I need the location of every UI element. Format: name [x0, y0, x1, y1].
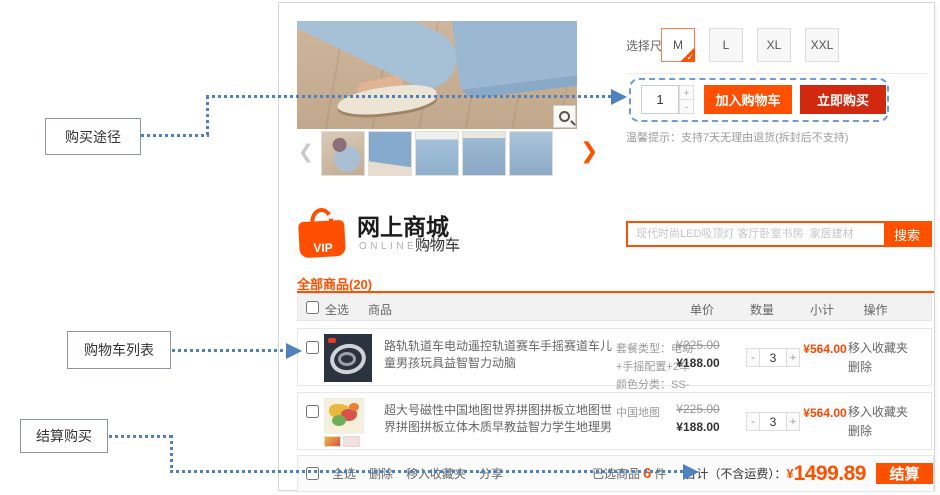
gallery-thumbnail-4[interactable]	[462, 131, 506, 176]
connector-line	[109, 435, 173, 438]
buy-now-button[interactable]: 立即购买	[800, 85, 886, 114]
cart-table-header: 全选 商品 单价 数量 小计 操作	[297, 293, 932, 321]
magnifier-icon	[559, 111, 570, 122]
row-2-price: ¥188.00	[664, 420, 732, 434]
row-2-product-title[interactable]: 超大号磁性中国地图世界拼图拼板立地图世界拼图拼板立体木质早教益智力学生地理男	[384, 402, 612, 436]
header-quantity: 数量	[732, 301, 792, 318]
row-2-actions: 移入收藏夹 删除	[848, 403, 908, 441]
return-policy-notice: 温馨提示：支持7天无理由退货(拆封后不支持)	[626, 129, 848, 145]
gallery-thumbnail-2[interactable]	[368, 131, 412, 176]
row-2-product-image[interactable]	[324, 398, 374, 446]
checkout-button[interactable]: 结算	[876, 463, 933, 484]
row-2-old-price: ¥225.00	[664, 402, 732, 416]
gallery-prev-button[interactable]: ❮	[298, 143, 314, 162]
footer-summary: 已选商品 6 件 合计（不含运费）： ¥ 1499.89 结算	[592, 462, 933, 486]
row-1-qty-decrease[interactable]: -	[746, 348, 760, 367]
header-actions: 操作	[843, 301, 908, 318]
row-2-move-to-favorites[interactable]: 移入收藏夹	[848, 403, 908, 422]
size-option-xxl[interactable]: XXL	[805, 28, 839, 62]
select-all-checkbox[interactable]	[306, 301, 319, 314]
row-2-checkbox[interactable]	[306, 405, 319, 418]
row-2-delete[interactable]: 删除	[848, 422, 908, 441]
row-1-product-title[interactable]: 路轨轨道车电动遥控轨道赛车手摇赛道车儿童男孩玩具益智智力动脑	[384, 338, 612, 372]
header-product: 商品	[368, 301, 392, 318]
connector-line	[170, 470, 684, 473]
quantity-stepper: + -	[679, 85, 694, 114]
row-1-product-image[interactable]	[324, 334, 374, 382]
check-icon: ✓	[686, 52, 694, 63]
quantity-increase-button[interactable]: +	[679, 85, 694, 100]
annotation-cart-list-label: 购物车列表	[84, 340, 154, 360]
selected-items-unit: 件	[654, 465, 666, 482]
connector-line	[172, 349, 286, 352]
footer-share[interactable]: 分享	[479, 465, 503, 482]
product-main-photo[interactable]	[297, 21, 577, 129]
annotation-purchase-path-label: 购买途径	[65, 127, 121, 147]
connector-arrow-icon	[611, 89, 627, 105]
main-panel: ❮ ❯ 选择尺码: M ✓ L XL XXL + - 加入购物车 立即购买 温馨…	[278, 2, 935, 491]
annotation-cart-list: 购物车列表	[67, 331, 171, 369]
total-amount: 1499.89	[794, 462, 866, 486]
row-1-move-to-favorites[interactable]: 移入收藏夹	[848, 339, 908, 358]
search-button[interactable]: 搜索	[884, 223, 930, 245]
gallery-next-button[interactable]: ❯	[580, 140, 598, 162]
add-to-cart-button[interactable]: 加入购物车	[704, 85, 792, 114]
cart-footer-bar: 全选 删除 移入收藏夹 分享 已选商品 6 件 合计（不含运费）： ¥ 1499…	[297, 455, 934, 492]
cart-row-2: 超大号磁性中国地图世界拼图拼板立地图世界拼图拼板立体木质早教益智力学生地理男 中…	[297, 392, 932, 450]
divider	[626, 73, 928, 74]
total-currency: ¥	[786, 466, 793, 481]
connector-arrow-icon	[683, 464, 699, 480]
cart-row-1: 路轨轨道车电动遥控轨道赛车手摇赛道车儿童男孩玩具益智智力动脑 套餐类型：电动+手…	[297, 328, 932, 386]
size-option-xl-label: XL	[767, 38, 782, 52]
screenshot-canvas: 购买途径 购物车列表 结算购买 ❮ ❯ 选择尺码: M	[0, 0, 940, 495]
buy-actions-highlight-box: + - 加入购物车 立即购买	[629, 78, 889, 122]
gallery-thumbnail-3[interactable]	[415, 131, 459, 176]
row-1-delete[interactable]: 删除	[848, 358, 908, 377]
size-option-xxl-label: XXL	[811, 38, 834, 52]
quantity-input[interactable]	[641, 85, 679, 114]
size-option-l[interactable]: L	[709, 28, 743, 62]
annotation-checkout: 结算购买	[20, 419, 108, 453]
size-option-xl[interactable]: XL	[757, 28, 791, 62]
page-title: 购物车	[415, 234, 460, 255]
size-option-m[interactable]: M ✓	[661, 28, 695, 62]
header-select-all: 全选	[325, 301, 349, 318]
quantity-decrease-button[interactable]: -	[679, 99, 694, 114]
row-1-old-price: ¥225.00	[664, 338, 732, 352]
search-bar: 搜索	[626, 221, 932, 247]
connector-line	[206, 96, 209, 137]
footer-move-to-favorites[interactable]: 移入收藏夹	[406, 465, 466, 482]
gallery-thumbnail-1[interactable]	[321, 131, 365, 176]
row-1-price: ¥188.00	[664, 356, 732, 370]
row-2-qty-value: 3	[760, 412, 786, 431]
size-option-l-label: L	[723, 38, 730, 52]
connector-line	[170, 435, 173, 472]
selected-items-label: 已选商品	[592, 465, 640, 482]
zoom-button[interactable]	[553, 105, 576, 128]
footer-bulk-actions: 全选 删除 移入收藏夹 分享	[298, 465, 503, 482]
connector-arrow-icon	[286, 343, 302, 359]
brand-vip-text: VIP	[297, 241, 349, 255]
annotation-purchase-path: 购买途径	[45, 118, 141, 155]
footer-select-all[interactable]: 全选	[332, 465, 356, 482]
connector-line	[206, 95, 611, 98]
selected-items-count: 6	[643, 465, 651, 482]
footer-delete[interactable]: 删除	[369, 465, 393, 482]
total-label: 合计（不含运费）：	[684, 465, 786, 482]
header-unit-price: 单价	[672, 301, 732, 318]
search-input[interactable]	[628, 223, 884, 245]
gallery-thumbnail-5[interactable]	[509, 131, 553, 176]
connector-line	[141, 134, 209, 137]
footer-select-all-checkbox[interactable]	[306, 467, 319, 480]
brand-logo-bag-icon: VIP	[297, 208, 349, 260]
annotation-checkout-label: 结算购买	[36, 426, 92, 446]
row-2-qty-decrease[interactable]: -	[746, 412, 760, 431]
row-1-qty-value: 3	[760, 348, 786, 367]
row-1-actions: 移入收藏夹 删除	[848, 339, 908, 377]
row-1-checkbox[interactable]	[306, 341, 319, 354]
